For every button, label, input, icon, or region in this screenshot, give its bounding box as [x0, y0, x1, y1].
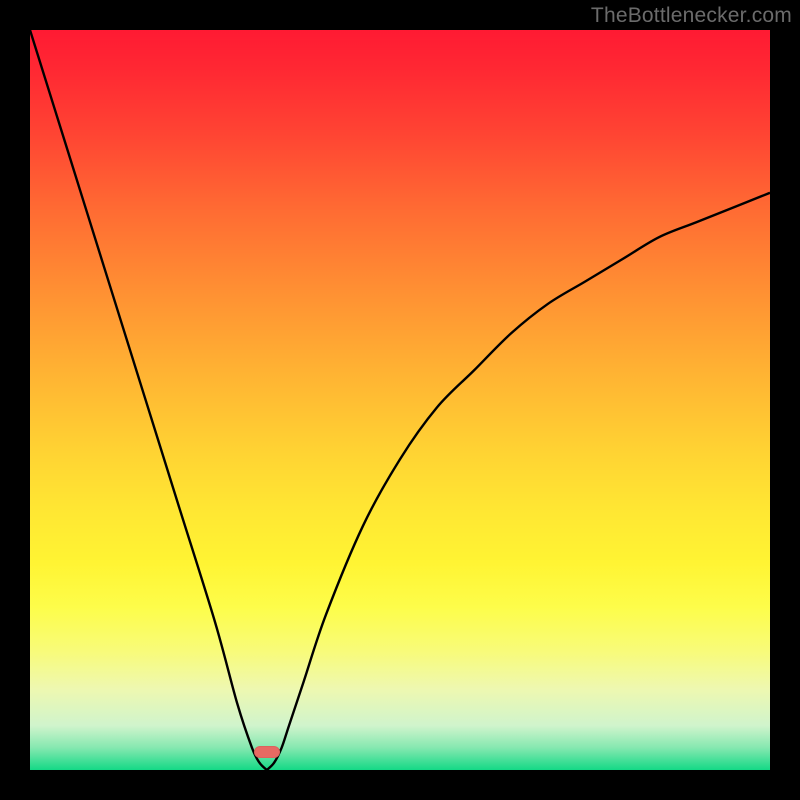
- watermark-text: TheBottlenecker.com: [591, 4, 792, 28]
- chart-plot-area: [30, 30, 770, 770]
- bottleneck-curve: [30, 30, 770, 770]
- minimum-marker: [254, 746, 280, 758]
